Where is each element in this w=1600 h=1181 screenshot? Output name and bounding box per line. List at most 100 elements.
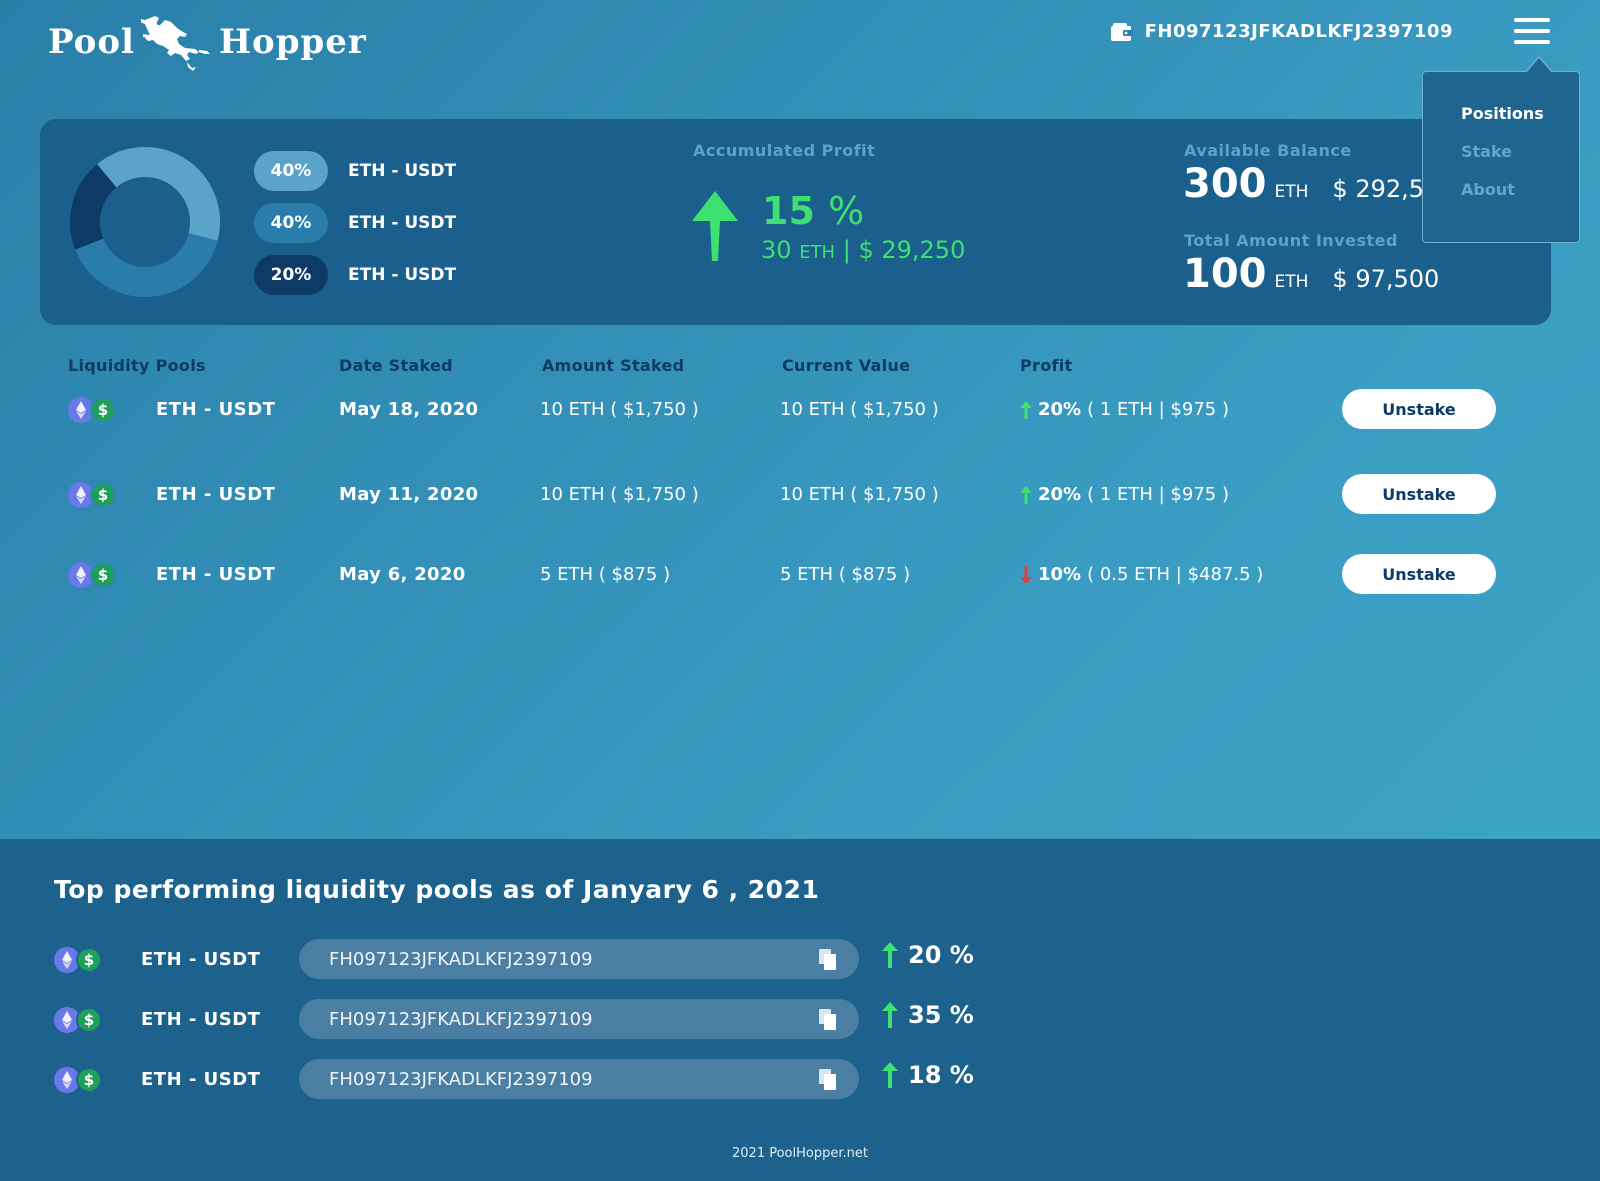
pool-address-field[interactable]: FH097123JFKADLKFJ2397109 [299, 1059, 859, 1099]
copy-icon[interactable] [819, 1069, 837, 1091]
legend-pct-badge: 40% [254, 203, 328, 243]
arrow-down-icon [1020, 565, 1032, 584]
unstake-button[interactable]: Unstake [1342, 554, 1496, 594]
profit-pct: 10% [1038, 564, 1082, 585]
position-row: $ ETH - USDT May 18, 2020 10 ETH ( $1,75… [0, 387, 1600, 431]
amount-staked: 5 ETH ( $875 ) [540, 564, 671, 585]
separator: | [842, 236, 851, 264]
menu-item-positions[interactable]: Positions [1461, 104, 1579, 123]
legend-label: ETH - USDT [348, 213, 457, 233]
pool-address: FH097123JFKADLKFJ2397109 [329, 1008, 593, 1030]
pool-performance: 20 % [882, 941, 974, 969]
accumulated-profit-detail: 30 ETH | $ 29,250 [761, 236, 965, 264]
eth-usdt-coin-icons: $ [68, 482, 118, 508]
wallet-address-text: FH097123JFKADLKFJ2397109 [1144, 21, 1453, 42]
legend-row: 40% ETH - USDT [254, 203, 456, 243]
profit-pct: 20% [1038, 484, 1082, 505]
usdt-icon: $ [76, 1067, 102, 1093]
pool-performance-pct: 35 % [908, 1001, 974, 1029]
top-pool-row: $ ETH - USDT FH097123JFKADLKFJ2397109 20… [0, 939, 1600, 979]
arrow-up-icon [1020, 485, 1032, 504]
accumulated-profit-title: Accumulated Profit [693, 141, 876, 160]
arrow-up-icon [692, 191, 738, 261]
pool-name: ETH - USDT [141, 1009, 261, 1030]
pool-name: ETH - USDT [141, 1069, 261, 1090]
menu-item-about[interactable]: About [1461, 180, 1579, 199]
legend-row: 40% ETH - USDT [254, 151, 456, 191]
usdt-icon: $ [90, 397, 116, 423]
profit-pct: 20% [1038, 399, 1082, 420]
col-header-date: Date Staked [339, 356, 453, 375]
eth-usdt-coin-icons: $ [54, 1067, 104, 1093]
pool-performance: 35 % [882, 1001, 974, 1029]
pool-address: FH097123JFKADLKFJ2397109 [329, 948, 593, 970]
logo-word-hopper: Hopper [218, 22, 367, 62]
unstake-button[interactable]: Unstake [1342, 389, 1496, 429]
col-header-current: Current Value [782, 356, 911, 375]
eth-usdt-coin-icons: $ [54, 1007, 104, 1033]
invested-usd: $ 97,500 [1332, 265, 1440, 293]
col-header-pools: Liquidity Pools [68, 356, 206, 375]
pool-address-field[interactable]: FH097123JFKADLKFJ2397109 [299, 939, 859, 979]
frog-icon [140, 16, 210, 71]
total-invested-value: 100 ETH $ 97,500 [1183, 251, 1439, 297]
profit-detail: ( 0.5 ETH | $487.5 ) [1087, 564, 1264, 585]
top-pool-row: $ ETH - USDT FH097123JFKADLKFJ2397109 35… [0, 999, 1600, 1039]
footer-copyright: 2021 PoolHopper.net [732, 1146, 868, 1161]
current-value: 10 ETH ( $1,750 ) [780, 484, 939, 505]
usdt-icon: $ [76, 1007, 102, 1033]
date-staked: May 6, 2020 [339, 564, 466, 585]
top-pools-title: Top performing liquidity pools as of Jan… [54, 875, 820, 904]
allocation-donut-chart [70, 147, 220, 297]
summary-card: 40% ETH - USDT 40% ETH - USDT 20% ETH - … [40, 119, 1551, 325]
unstake-button[interactable]: Unstake [1342, 474, 1496, 514]
pool-address-field[interactable]: FH097123JFKADLKFJ2397109 [299, 999, 859, 1039]
available-balance-title: Available Balance [1184, 141, 1352, 160]
pool-name: ETH - USDT [156, 399, 276, 420]
wallet-icon [1110, 22, 1133, 41]
pool-name: ETH - USDT [156, 564, 276, 585]
arrow-up-icon [882, 942, 898, 968]
eth-usdt-coin-icons: $ [54, 947, 104, 973]
hamburger-icon[interactable] [1514, 18, 1550, 46]
pool-name: ETH - USDT [156, 484, 276, 505]
pool-performance-pct: 20 % [908, 941, 974, 969]
legend-pct-badge: 40% [254, 151, 328, 191]
logo[interactable]: Pool Hopper [48, 12, 367, 72]
donut-slice-3 [70, 164, 117, 250]
copy-icon[interactable] [819, 949, 837, 971]
amount-staked: 10 ETH ( $1,750 ) [540, 484, 699, 505]
date-staked: May 18, 2020 [339, 399, 479, 420]
wallet-address[interactable]: FH097123JFKADLKFJ2397109 [1110, 21, 1453, 42]
col-header-amount: Amount Staked [542, 356, 685, 375]
accumulated-pct-value: 15 [762, 189, 815, 233]
eth-usdt-coin-icons: $ [68, 562, 118, 588]
copy-icon[interactable] [819, 1009, 837, 1031]
legend-label: ETH - USDT [348, 265, 457, 285]
logo-word-pool: Pool [48, 22, 135, 62]
available-amount: 300 [1183, 161, 1267, 207]
available-unit: ETH [1274, 182, 1309, 202]
col-header-profit: Profit [1020, 356, 1073, 375]
pool-performance: 18 % [882, 1061, 974, 1089]
position-row: $ ETH - USDT May 11, 2020 10 ETH ( $1,75… [0, 472, 1600, 516]
accumulated-profit-pct: 15 % [762, 189, 864, 233]
donut-slice-2 [75, 232, 218, 297]
invested-unit: ETH [1274, 272, 1309, 292]
amount-staked: 10 ETH ( $1,750 ) [540, 399, 699, 420]
arrow-up-icon [882, 1062, 898, 1088]
profit-detail: ( 1 ETH | $975 ) [1087, 484, 1229, 505]
menu-item-stake[interactable]: Stake [1461, 142, 1579, 161]
usdt-icon: $ [90, 482, 116, 508]
legend-label: ETH - USDT [348, 161, 457, 181]
accumulated-eth-unit: ETH [799, 242, 836, 263]
profit: 10% ( 0.5 ETH | $487.5 ) [1020, 564, 1263, 585]
nav-dropdown: Positions Stake About [1422, 56, 1580, 243]
position-row: $ ETH - USDT May 6, 2020 5 ETH ( $875 ) … [0, 552, 1600, 596]
legend-row: 20% ETH - USDT [254, 255, 456, 295]
profit: 20% ( 1 ETH | $975 ) [1020, 399, 1229, 420]
legend-pct-badge: 20% [254, 255, 328, 295]
profit: 20% ( 1 ETH | $975 ) [1020, 484, 1229, 505]
donut-slice-1 [97, 147, 220, 241]
profit-detail: ( 1 ETH | $975 ) [1087, 399, 1229, 420]
